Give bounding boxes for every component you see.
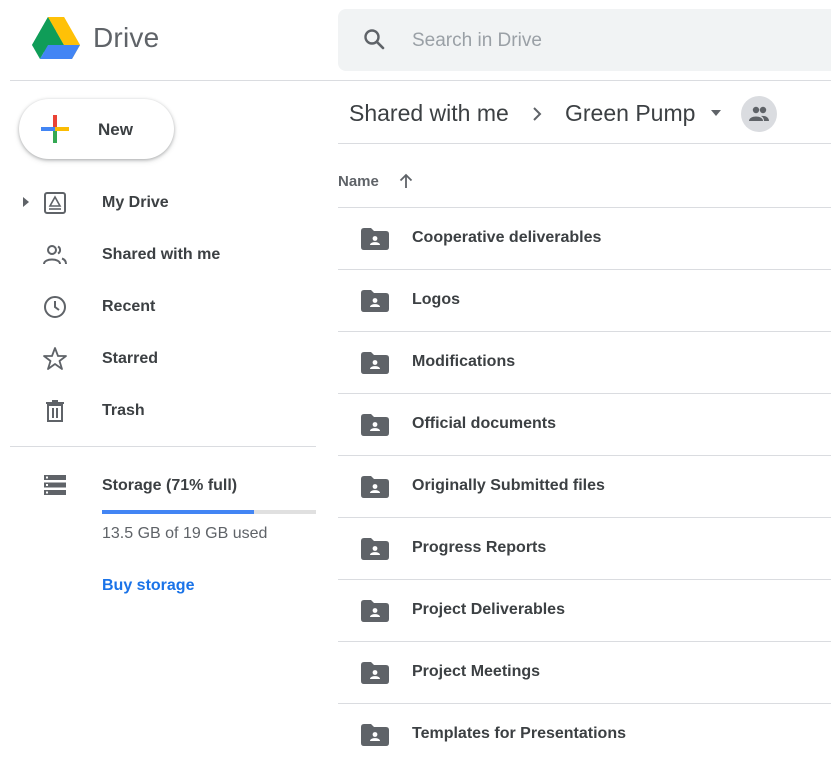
sort-arrow-up-icon[interactable] bbox=[398, 173, 414, 189]
expand-caret-icon[interactable] bbox=[21, 196, 31, 208]
my-drive-icon bbox=[44, 192, 66, 214]
file-name: Logos bbox=[412, 291, 460, 308]
plus-icon bbox=[41, 115, 69, 143]
top-bar: Drive bbox=[0, 0, 831, 82]
file-row[interactable]: Modifications bbox=[338, 331, 831, 393]
app-name: Drive bbox=[93, 22, 160, 53]
storage-progress-fill bbox=[102, 510, 254, 514]
shared-folder-icon bbox=[361, 414, 389, 436]
storage-label: Storage (71% full) bbox=[102, 477, 238, 494]
storage-used-text: 13.5 GB of 19 GB used bbox=[102, 525, 268, 542]
file-row[interactable]: Templates for Presentations bbox=[338, 703, 831, 765]
breadcrumb-shared-with-me[interactable]: Shared with me bbox=[349, 100, 509, 127]
shared-folder-icon bbox=[361, 600, 389, 622]
file-list: Cooperative deliverables Logos Modificatio… bbox=[338, 207, 831, 765]
file-list-header: Name bbox=[338, 144, 831, 207]
file-row[interactable]: Project Deliverables bbox=[338, 579, 831, 641]
name-column-header[interactable]: Name bbox=[338, 173, 379, 190]
sidebar-item-recent[interactable]: Recent bbox=[0, 285, 320, 329]
file-name: Project Meetings bbox=[412, 663, 541, 680]
dropdown-arrow-icon[interactable] bbox=[710, 109, 722, 117]
storage-progress-bar bbox=[102, 510, 316, 514]
clock-icon bbox=[44, 296, 66, 318]
file-row[interactable]: Progress Reports bbox=[338, 517, 831, 579]
sidebar-item-storage[interactable]: Storage (71% full) bbox=[0, 466, 320, 506]
search-bar[interactable] bbox=[338, 9, 831, 71]
google-drive-logo-icon[interactable] bbox=[32, 17, 80, 61]
shared-people-icon bbox=[749, 106, 769, 121]
sidebar-item-trash[interactable]: Trash bbox=[0, 389, 320, 433]
sidebar-item-shared-with-me[interactable]: Shared with me bbox=[0, 233, 320, 277]
file-name: Modifications bbox=[412, 353, 516, 370]
shared-folder-icon bbox=[361, 290, 389, 312]
sidebar-item-my-drive[interactable]: My Drive bbox=[0, 181, 320, 225]
star-icon bbox=[43, 347, 67, 370]
sidebar-item-label: Trash bbox=[102, 402, 145, 419]
file-row[interactable]: Cooperative deliverables bbox=[338, 207, 831, 269]
shared-folder-badge[interactable] bbox=[741, 96, 777, 132]
buy-storage-link[interactable]: Buy storage bbox=[102, 577, 194, 595]
shared-folder-icon bbox=[361, 538, 389, 560]
file-row[interactable]: Project Meetings bbox=[338, 641, 831, 703]
shared-folder-icon bbox=[361, 476, 389, 498]
sidebar-divider bbox=[10, 446, 316, 447]
shared-folder-icon bbox=[361, 352, 389, 374]
new-button[interactable]: New bbox=[19, 99, 174, 159]
file-name: Originally Submitted files bbox=[412, 477, 605, 494]
shared-people-icon bbox=[43, 245, 67, 265]
file-name: Project Deliverables bbox=[412, 601, 565, 618]
new-button-label: New bbox=[98, 120, 133, 139]
search-input[interactable] bbox=[410, 25, 794, 57]
file-name: Templates for Presentations bbox=[412, 725, 626, 742]
file-row[interactable]: Originally Submitted files bbox=[338, 455, 831, 517]
file-name: Official documents bbox=[412, 415, 557, 432]
file-row[interactable]: Official documents bbox=[338, 393, 831, 455]
sidebar-item-label: My Drive bbox=[102, 194, 169, 211]
sidebar-item-label: Recent bbox=[102, 298, 156, 315]
chevron-right-icon bbox=[533, 107, 542, 121]
shared-folder-icon bbox=[361, 724, 389, 746]
breadcrumb-current-folder[interactable]: Green Pump bbox=[565, 100, 695, 127]
shared-folder-icon bbox=[361, 228, 389, 250]
file-row[interactable]: Logos bbox=[338, 269, 831, 331]
sidebar-item-label: Shared with me bbox=[102, 246, 221, 263]
sidebar-item-label: Starred bbox=[102, 350, 159, 367]
file-name: Cooperative deliverables bbox=[412, 229, 602, 246]
file-name: Progress Reports bbox=[412, 539, 547, 556]
search-icon[interactable] bbox=[362, 27, 386, 51]
sidebar-item-starred[interactable]: Starred bbox=[0, 337, 320, 381]
shared-folder-icon bbox=[361, 662, 389, 684]
trash-icon bbox=[46, 400, 64, 422]
header-divider bbox=[10, 80, 831, 81]
storage-icon bbox=[44, 475, 66, 495]
